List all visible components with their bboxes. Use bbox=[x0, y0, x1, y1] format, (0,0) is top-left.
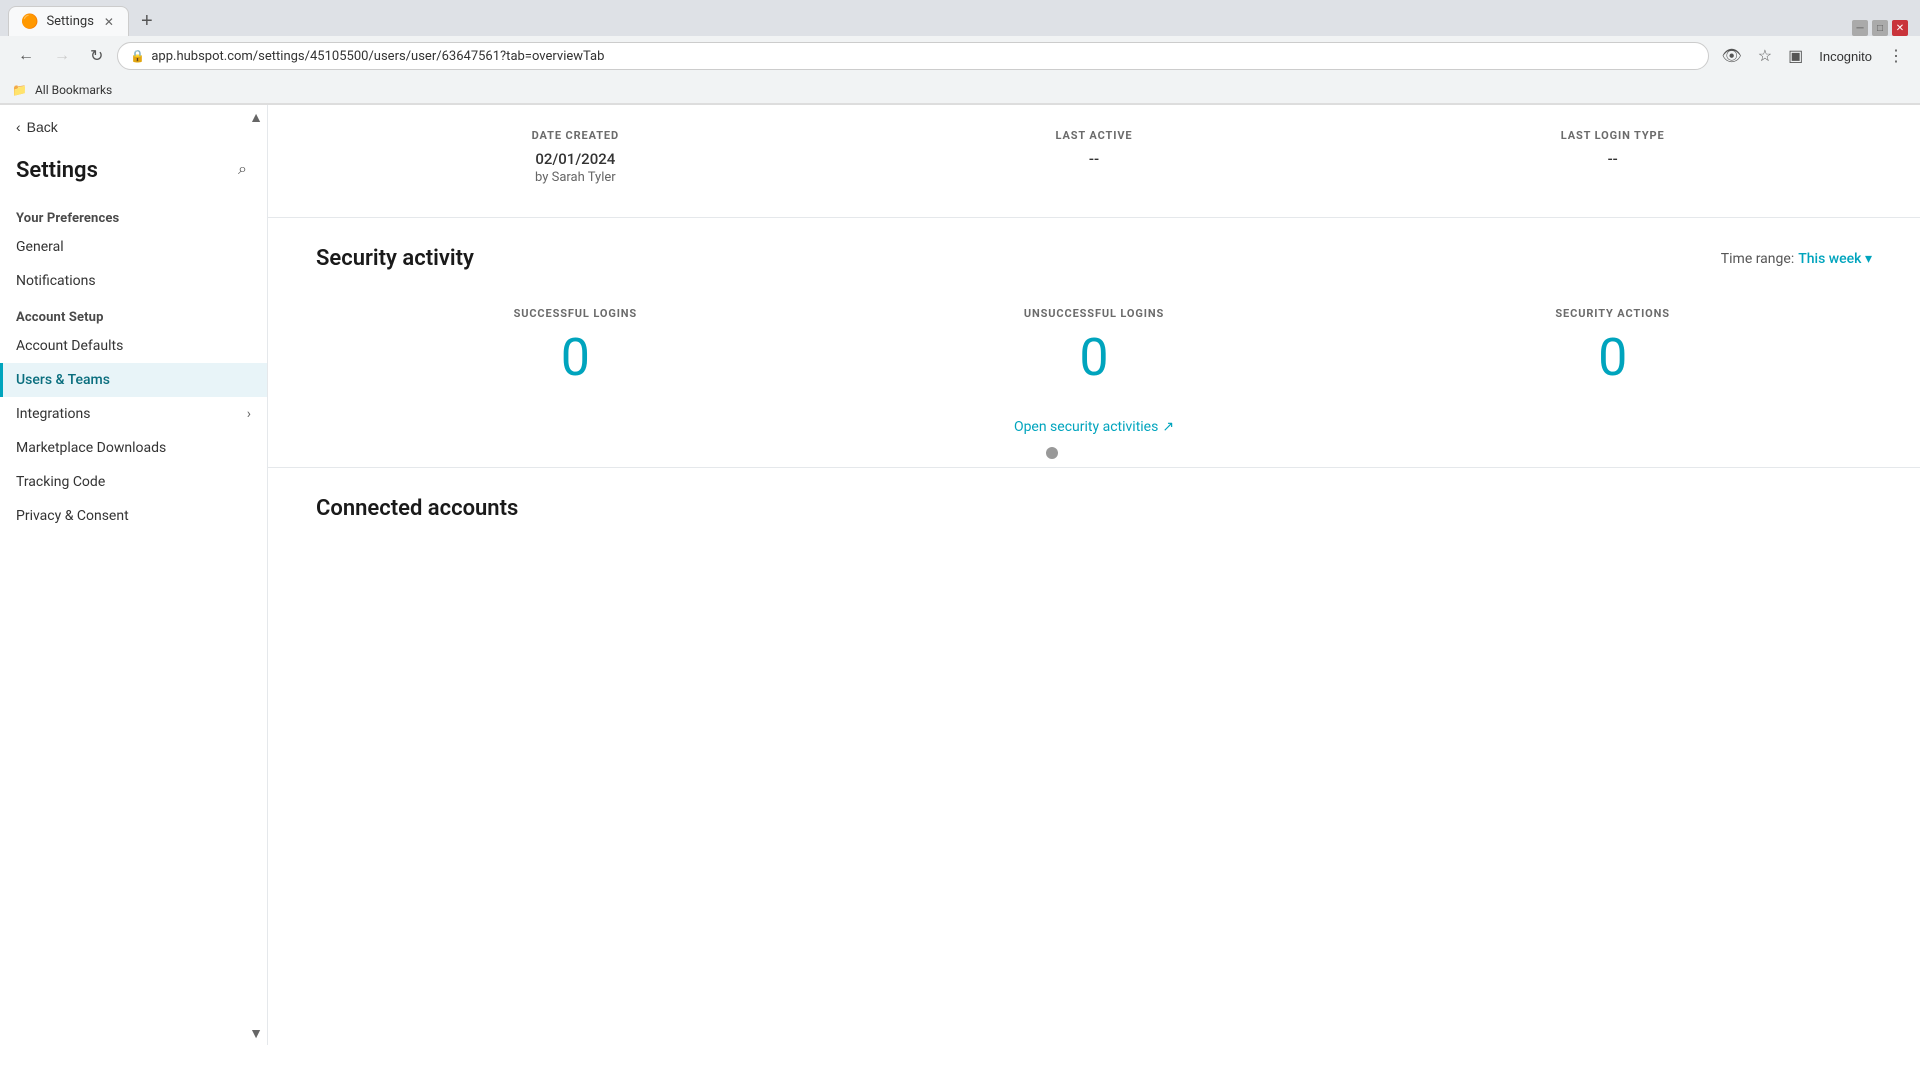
maximize-button[interactable]: □ bbox=[1872, 20, 1888, 36]
sidebar-item-notifications[interactable]: Notifications bbox=[0, 264, 267, 298]
browser-chrome: 🟠 Settings ✕ + ─ □ ✕ ← → ↻ 🔒 app.hubspot… bbox=[0, 0, 1920, 105]
last-login-type-value: -- bbox=[1353, 150, 1872, 168]
info-card-last-login-type: LAST LOGIN TYPE -- bbox=[1353, 129, 1872, 185]
sidebar-item-privacy-consent-label: Privacy & Consent bbox=[16, 508, 129, 524]
stat-card-unsuccessful-logins: UNSUCCESSFUL LOGINS 0 bbox=[835, 307, 1354, 384]
sidebar-toggle-button[interactable]: ▣ bbox=[1784, 42, 1807, 70]
sidebar-item-users-teams[interactable]: Users & Teams bbox=[0, 363, 267, 397]
connected-accounts-title: Connected accounts bbox=[316, 496, 1872, 521]
unsuccessful-logins-label: UNSUCCESSFUL LOGINS bbox=[835, 307, 1354, 320]
nav-actions: 👁 ☆ ▣ Incognito ⋮ bbox=[1717, 42, 1908, 70]
new-tab-button[interactable]: + bbox=[133, 6, 161, 36]
active-tab[interactable]: 🟠 Settings ✕ bbox=[8, 6, 129, 36]
security-activity-section: Security activity Time range: This week … bbox=[268, 218, 1920, 468]
sidebar-item-users-teams-label: Users & Teams bbox=[16, 372, 110, 388]
sidebar-header: Settings ⌕ bbox=[0, 149, 267, 199]
info-cards-section: DATE CREATED 02/01/2024 by Sarah Tyler L… bbox=[268, 105, 1920, 218]
date-created-sub: by Sarah Tyler bbox=[316, 170, 835, 185]
search-icon: ⌕ bbox=[238, 161, 247, 178]
address-bar[interactable]: 🔒 app.hubspot.com/settings/45105500/user… bbox=[117, 42, 1709, 70]
back-label: Back bbox=[27, 119, 58, 135]
security-actions-value: 0 bbox=[1353, 332, 1872, 384]
date-created-label: DATE CREATED bbox=[316, 129, 835, 142]
forward-button[interactable]: → bbox=[48, 43, 76, 69]
security-activity-header: Security activity Time range: This week … bbox=[316, 246, 1872, 271]
security-actions-label: SECURITY ACTIONS bbox=[1353, 307, 1872, 320]
tab-title: Settings bbox=[46, 14, 93, 29]
external-link-icon: ↗ bbox=[1162, 419, 1174, 435]
lock-icon: 🔒 bbox=[130, 49, 145, 63]
nav-bar: ← → ↻ 🔒 app.hubspot.com/settings/4510550… bbox=[0, 36, 1920, 76]
menu-button[interactable]: ⋮ bbox=[1884, 42, 1908, 70]
bookmarks-label[interactable]: All Bookmarks bbox=[35, 83, 112, 97]
sidebar-scroll-down-button[interactable]: ▼ bbox=[249, 1025, 263, 1041]
security-stats-row: SUCCESSFUL LOGINS 0 UNSUCCESSFUL LOGINS … bbox=[316, 307, 1872, 384]
minimize-button[interactable]: ─ bbox=[1852, 20, 1868, 36]
tab-favicon: 🟠 bbox=[21, 14, 38, 30]
sidebar-item-tracking-code[interactable]: Tracking Code bbox=[0, 465, 267, 499]
open-security-activities-container: Open security activities ↗ bbox=[316, 416, 1872, 435]
sidebar-scroll-up-button[interactable]: ▲ bbox=[249, 109, 263, 125]
sidebar-item-general-label: General bbox=[16, 239, 64, 255]
last-active-label: LAST ACTIVE bbox=[835, 129, 1354, 142]
last-active-value: -- bbox=[835, 150, 1354, 168]
sidebar-title: Settings bbox=[16, 158, 98, 183]
sidebar-search-button[interactable]: ⌕ bbox=[234, 157, 251, 183]
bookmarks-bar: 📁 All Bookmarks bbox=[0, 76, 1920, 104]
section-label-your-preferences: Your Preferences bbox=[0, 199, 267, 230]
sidebar: ▲ ‹ Back Settings ⌕ Your Preferences Gen… bbox=[0, 105, 268, 1045]
info-card-last-active: LAST ACTIVE -- bbox=[835, 129, 1354, 185]
time-range-chevron-icon: ▾ bbox=[1865, 251, 1872, 267]
open-security-activities-link[interactable]: Open security activities ↗ bbox=[1014, 419, 1174, 435]
info-card-date-created: DATE CREATED 02/01/2024 by Sarah Tyler bbox=[316, 129, 835, 185]
tab-bar: 🟠 Settings ✕ + ─ □ ✕ bbox=[0, 0, 1920, 36]
tab-close-button[interactable]: ✕ bbox=[102, 13, 116, 31]
sidebar-item-integrations-label: Integrations bbox=[16, 406, 90, 422]
last-login-type-label: LAST LOGIN TYPE bbox=[1353, 129, 1872, 142]
back-button[interactable]: ← bbox=[12, 43, 40, 69]
security-activity-title: Security activity bbox=[316, 246, 474, 271]
sidebar-item-integrations[interactable]: Integrations › bbox=[0, 397, 267, 431]
eye-slash-icon[interactable]: 👁 bbox=[1717, 42, 1745, 70]
incognito-icon: Incognito bbox=[1815, 45, 1876, 68]
time-range-control: Time range: This week ▾ bbox=[1721, 251, 1872, 267]
connected-accounts-section: Connected accounts bbox=[268, 468, 1920, 553]
sidebar-item-marketplace-downloads[interactable]: Marketplace Downloads bbox=[0, 431, 267, 465]
section-label-account-setup: Account Setup bbox=[0, 298, 267, 329]
reload-button[interactable]: ↻ bbox=[84, 42, 109, 70]
sidebar-item-tracking-code-label: Tracking Code bbox=[16, 474, 105, 490]
sidebar-item-privacy-consent[interactable]: Privacy & Consent bbox=[0, 499, 267, 533]
back-navigation-button[interactable]: ‹ Back bbox=[0, 105, 267, 149]
url-text: app.hubspot.com/settings/45105500/users/… bbox=[151, 49, 604, 64]
sidebar-item-account-defaults[interactable]: Account Defaults bbox=[0, 329, 267, 363]
info-cards: DATE CREATED 02/01/2024 by Sarah Tyler L… bbox=[316, 129, 1872, 185]
chevron-down-icon: › bbox=[247, 406, 251, 422]
stat-card-security-actions: SECURITY ACTIONS 0 bbox=[1353, 307, 1872, 384]
unsuccessful-logins-value: 0 bbox=[835, 332, 1354, 384]
sidebar-item-notifications-label: Notifications bbox=[16, 273, 96, 289]
sidebar-item-general[interactable]: General bbox=[0, 230, 267, 264]
bookmarks-folder-icon: 📁 bbox=[12, 83, 27, 97]
open-security-activities-text: Open security activities bbox=[1014, 419, 1158, 435]
main-content: DATE CREATED 02/01/2024 by Sarah Tyler L… bbox=[268, 105, 1920, 1045]
back-arrow-icon: ‹ bbox=[16, 119, 21, 135]
date-created-value: 02/01/2024 bbox=[316, 150, 835, 168]
bookmark-icon[interactable]: ☆ bbox=[1754, 42, 1776, 70]
successful-logins-value: 0 bbox=[316, 332, 835, 384]
sidebar-item-marketplace-downloads-label: Marketplace Downloads bbox=[16, 440, 166, 456]
close-button[interactable]: ✕ bbox=[1892, 20, 1908, 36]
time-range-label: Time range: bbox=[1721, 251, 1794, 267]
time-range-value: This week bbox=[1798, 251, 1861, 267]
time-range-dropdown[interactable]: This week ▾ bbox=[1798, 251, 1872, 267]
stat-card-successful-logins: SUCCESSFUL LOGINS 0 bbox=[316, 307, 835, 384]
sidebar-item-account-defaults-label: Account Defaults bbox=[16, 338, 123, 354]
app-layout: ▲ ‹ Back Settings ⌕ Your Preferences Gen… bbox=[0, 105, 1920, 1045]
successful-logins-label: SUCCESSFUL LOGINS bbox=[316, 307, 835, 320]
